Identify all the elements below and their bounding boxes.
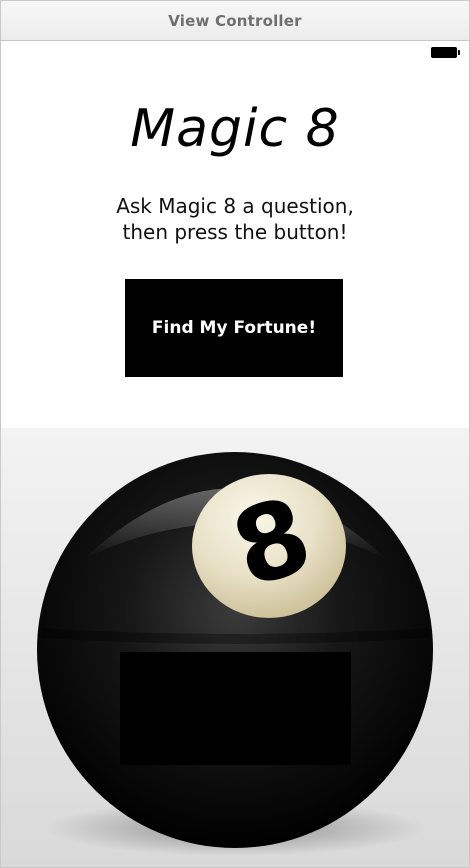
fortune-answer-display	[120, 652, 351, 765]
eight-ball-icon: 8	[37, 452, 433, 856]
find-my-fortune-button[interactable]: Find My Fortune!	[125, 279, 343, 377]
instructions-line-1: Ask Magic 8 a question,	[116, 194, 354, 218]
app-title: Magic 8	[130, 99, 340, 159]
window-titlebar: View Controller	[1, 1, 469, 41]
instructions-text: Ask Magic 8 a question, then press the b…	[1, 193, 469, 245]
window-title: View Controller	[168, 11, 302, 30]
battery-icon	[431, 47, 460, 58]
instructions-line-2: then press the button!	[122, 220, 348, 244]
view-controller-frame: View Controller Magic 8 Ask Magic 8 a qu…	[0, 0, 470, 868]
magic-8-ball-image: 8	[1, 428, 469, 867]
